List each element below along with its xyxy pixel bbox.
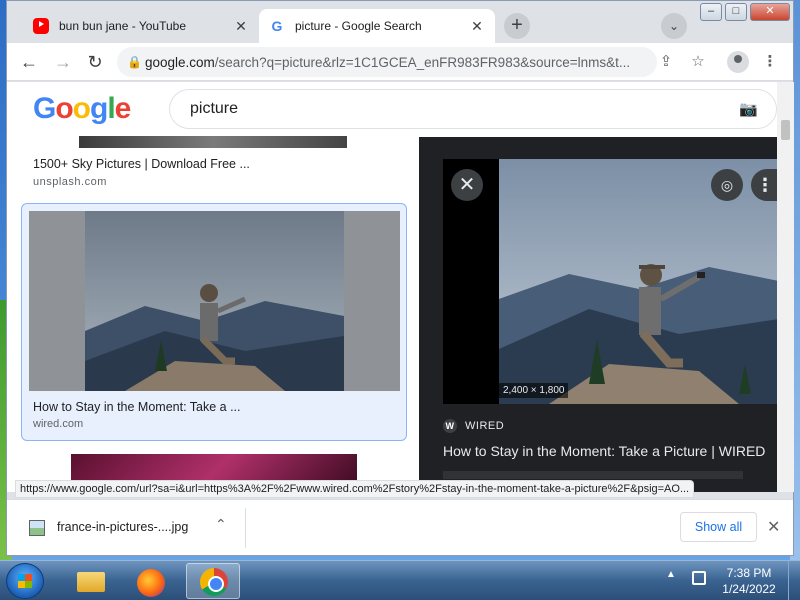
taskbar-clock[interactable]: 7:38 PM 1/24/2022 [714,565,784,597]
google-logo[interactable]: Google [33,92,131,126]
lock-icon: 🔒 [127,55,142,69]
close-window-button[interactable]: ✕ [750,3,790,21]
close-downloads-icon[interactable]: ✕ [767,517,780,537]
preview-source-name: WIRED [465,420,505,432]
image-preview-panel: ✕ ◎ ⋮ 2,400 × 1,800 W WIRED How to Stay … [419,137,785,492]
minimize-button[interactable]: – [700,3,722,21]
reload-icon[interactable]: ↻ [83,50,107,74]
browser-toolbar: ← → ↻ 🔒 google.com/search?q=picture&rlz=… [7,43,793,81]
new-tab-button[interactable]: + [504,13,530,39]
result-thumbnail[interactable] [29,211,400,391]
browser-window: bun bun jane - YouTube ✕ G picture - Goo… [6,0,794,556]
result-card-selected[interactable]: How to Stay in the Moment: Take a ... wi… [21,203,407,441]
address-url: google.com/search?q=picture&rlz=1C1GCEA_… [145,54,631,70]
result-title[interactable]: 1500+ Sky Pictures | Download Free ... [33,157,250,171]
image-file-icon [29,520,45,536]
preview-description-placeholder [443,471,743,479]
google-icon: G [271,18,283,34]
downloads-divider [245,508,246,548]
download-filename[interactable]: france-in-pictures-....jpg [57,520,188,534]
result-source: wired.com [33,418,84,430]
tab-search-chevron-icon[interactable]: ⌄ [661,13,687,39]
back-arrow-icon[interactable]: ← [17,50,41,74]
image-dimensions: 2,400 × 1,800 [499,383,569,398]
chevron-up-icon[interactable]: ⌃ [215,516,227,533]
result-image-sky[interactable] [79,136,347,148]
search-input[interactable]: picture [169,89,777,129]
maximize-button[interactable]: □ [725,3,747,21]
taskbar-chrome[interactable] [186,563,240,599]
tray-expand-icon[interactable]: ▲ [666,569,676,580]
tab-close-icon[interactable]: ✕ [469,18,485,35]
tab-google-search[interactable]: G picture - Google Search ✕ [259,9,495,43]
tab-close-icon[interactable]: ✕ [233,18,249,35]
preview-frame: ✕ ◎ ⋮ 2,400 × 1,800 [443,159,779,404]
youtube-icon [33,18,49,34]
preview-title[interactable]: How to Stay in the Moment: Take a Pictur… [443,443,765,459]
lens-search-icon[interactable]: ◎ [711,169,743,201]
show-desktop-button[interactable] [788,561,800,600]
show-all-button[interactable]: Show all [680,512,757,542]
folder-icon [77,572,105,592]
address-bar[interactable]: 🔒 google.com/search?q=picture&rlz=1C1GCE… [117,47,657,77]
page-scrollbar[interactable] [777,82,794,492]
bookmark-star-icon[interactable]: ☆ [687,51,709,73]
result-source: unsplash.com [33,176,107,188]
menu-kebab-icon[interactable]: ⋮ [759,51,781,73]
downloads-bar: france-in-pictures-....jpg ⌃ Show all ✕ [7,499,793,555]
clock-date: 1/24/2022 [722,582,776,596]
tab-strip: bun bun jane - YouTube ✕ G picture - Goo… [7,1,793,43]
page-content: Google picture 📷 1500+ Sky Pictures | Do… [7,82,785,492]
tab-title: picture - Google Search [295,19,422,33]
close-preview-icon[interactable]: ✕ [451,169,483,201]
status-bar-url: https://www.google.com/url?sa=i&url=http… [15,480,695,498]
scrollbar-thumb[interactable] [781,120,790,140]
tab-title: bun bun jane - YouTube [59,19,187,33]
more-options-icon[interactable]: ⋮ [751,169,779,201]
camera-search-icon[interactable]: 📷 [739,100,759,118]
tab-youtube[interactable]: bun bun jane - YouTube ✕ [23,9,259,43]
firefox-icon [137,569,165,597]
forward-arrow-icon[interactable]: → [51,50,75,74]
start-button-windows-icon[interactable] [6,563,44,599]
taskbar: ▲ 7:38 PM 1/24/2022 [0,560,800,600]
hiker-photo [85,211,344,391]
wired-logo-icon: W [443,419,457,433]
chrome-icon [200,568,228,596]
taskbar-firefox[interactable] [124,563,178,599]
window-controls: – □ ✕ [697,3,790,21]
profile-avatar-icon[interactable] [727,51,749,73]
network-icon[interactable] [692,571,706,585]
share-icon[interactable]: ⇪ [655,51,677,73]
result-title[interactable]: How to Stay in the Moment: Take a ... [33,400,241,414]
clock-time: 7:38 PM [726,566,772,580]
preview-source[interactable]: W WIRED [443,419,504,433]
taskbar-explorer[interactable] [62,563,116,599]
